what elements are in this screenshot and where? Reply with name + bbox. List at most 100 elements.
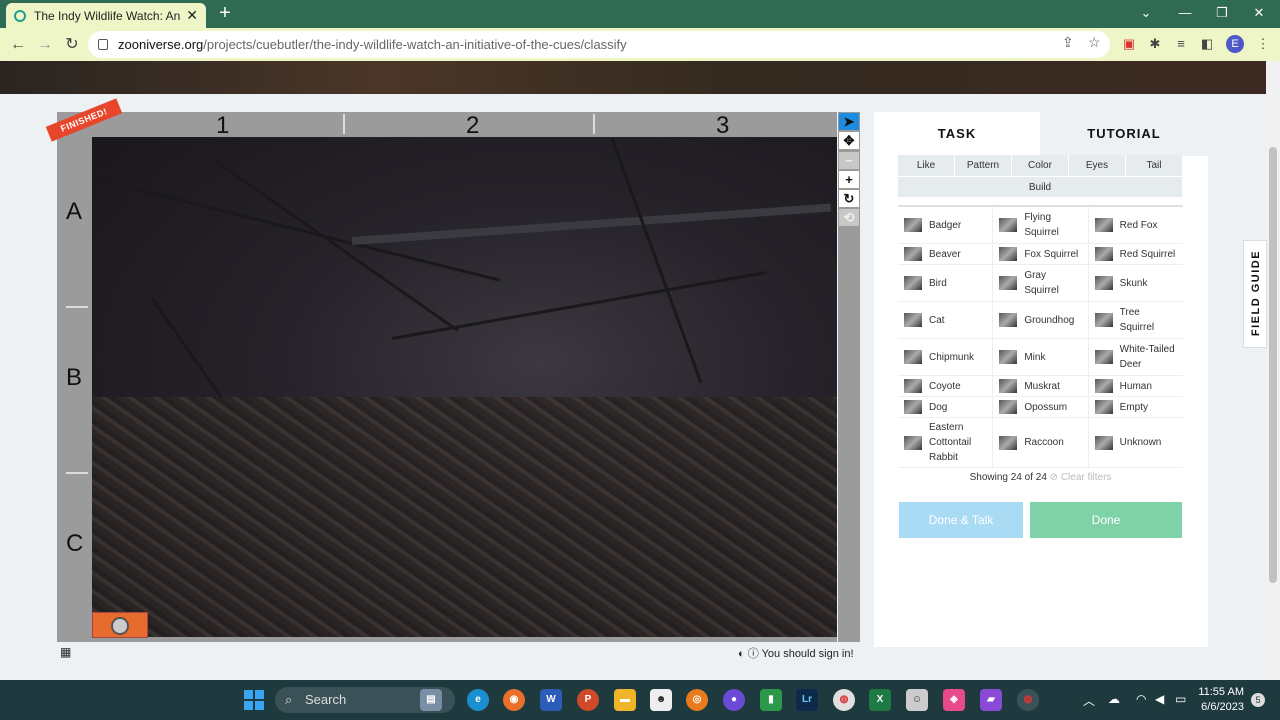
file-explorer-art-icon[interactable]: ▤ <box>420 689 442 711</box>
field-guide-tab[interactable]: FIELD GUIDE <box>1243 240 1267 348</box>
address-bar[interactable]: zooniverse.org/projects/cuebutler/the-in… <box>88 31 1110 58</box>
species-label: Fox Squirrel <box>1024 248 1079 260</box>
edge-icon[interactable]: e <box>467 689 489 711</box>
tab-task[interactable]: TASK <box>874 112 1040 156</box>
contrast-icon[interactable]: ◐ <box>738 648 745 660</box>
project-logo-badge <box>92 612 148 638</box>
species-choice[interactable]: Flying Squirrel <box>993 207 1089 243</box>
species-thumbnail <box>999 379 1018 393</box>
close-window-button[interactable]: ✕ <box>1241 0 1277 26</box>
firefox-icon[interactable]: ◉ <box>503 689 525 711</box>
browser-tab[interactable]: The Indy Wildlife Watch: An Initia ✕ <box>6 3 206 28</box>
signin-text[interactable]: You should sign in! <box>762 648 854 660</box>
done-and-talk-button[interactable]: Done & Talk <box>899 502 1023 538</box>
chrome-icon[interactable]: ◍ <box>833 689 855 711</box>
powerpoint-icon[interactable]: P <box>577 689 599 711</box>
species-choice[interactable]: Groundhog <box>993 302 1089 338</box>
species-choice[interactable]: Eastern Cottontail Rabbit <box>898 418 994 467</box>
zoom-out-icon[interactable]: − <box>839 152 859 169</box>
wifi-icon[interactable]: ◠ <box>1136 692 1146 706</box>
pointer-tool-icon[interactable]: ➤ <box>839 113 859 130</box>
species-choice[interactable]: Fox Squirrel <box>993 244 1089 264</box>
profile-avatar[interactable]: E <box>1226 35 1244 53</box>
chrome-active-icon[interactable]: ◍ <box>1017 689 1039 711</box>
filter-build[interactable]: Build <box>898 177 1183 197</box>
cloud-icon[interactable]: ☁ <box>1108 692 1120 706</box>
species-choice[interactable]: Mink <box>993 339 1089 375</box>
filter-eyes[interactable]: Eyes <box>1069 155 1126 176</box>
system-clock[interactable]: 11:55 AM 6/6/2023 <box>1198 685 1244 715</box>
filter-pattern[interactable]: Pattern <box>955 155 1012 176</box>
maximize-button[interactable]: ❐ <box>1204 0 1240 26</box>
species-choice[interactable]: Unknown <box>1089 418 1183 467</box>
info-icon[interactable]: ⓘ <box>748 648 759 660</box>
species-choice[interactable]: Cat <box>898 302 994 338</box>
clapper-app-icon[interactable]: ▰ <box>980 689 1002 711</box>
species-choice[interactable]: White-Tailed Deer <box>1089 339 1183 375</box>
reset-icon[interactable]: ⟲ <box>839 209 859 226</box>
reload-button[interactable]: ↻ <box>60 33 84 57</box>
species-choice[interactable]: Empty <box>1089 397 1183 417</box>
forward-button[interactable]: → <box>33 33 57 57</box>
species-choice[interactable]: Chipmunk <box>898 339 994 375</box>
species-choice[interactable]: Tree Squirrel <box>1089 302 1183 338</box>
species-choice[interactable]: Gray Squirrel <box>993 265 1089 301</box>
file-explorer-icon[interactable]: ▬ <box>614 689 636 711</box>
field-guide-label: FIELD GUIDE <box>1250 249 1262 337</box>
species-choice[interactable]: Raccoon <box>993 418 1089 467</box>
windows-start-icon[interactable] <box>244 690 264 710</box>
species-choice[interactable]: Red Fox <box>1089 207 1183 243</box>
filter-like[interactable]: Like <box>898 155 955 176</box>
clear-filters-button[interactable]: ⊘ Clear filters <box>1050 472 1112 483</box>
share-icon[interactable]: ⇪ <box>1062 34 1074 51</box>
penguin-app-icon[interactable]: ☻ <box>650 689 672 711</box>
blender-icon[interactable]: ◎ <box>686 689 708 711</box>
close-tab-icon[interactable]: ✕ <box>186 7 198 24</box>
excel-icon[interactable]: X <box>869 689 891 711</box>
volume-icon[interactable]: ◀ <box>1155 692 1164 706</box>
species-choice[interactable]: Bird <box>898 265 994 301</box>
zoom-in-icon[interactable]: + <box>839 171 859 188</box>
tab-search-icon[interactable]: ⌄ <box>1128 0 1164 26</box>
browser-menu-icon[interactable]: ⋮ <box>1254 35 1272 53</box>
page-scrollbar[interactable] <box>1266 61 1280 681</box>
pan-tool-icon[interactable]: ✥ <box>839 132 859 149</box>
species-choice[interactable]: Red Squirrel <box>1089 244 1183 264</box>
species-choice[interactable]: Skunk <box>1089 265 1183 301</box>
lightroom-icon[interactable]: Lr <box>796 689 818 711</box>
green-app-icon[interactable]: ▮ <box>760 689 782 711</box>
grid-view-icon[interactable]: ▦ <box>60 645 71 659</box>
anime-app-icon[interactable]: ☺ <box>906 689 928 711</box>
color-app-icon[interactable]: ● <box>723 689 745 711</box>
species-choice[interactable]: Dog <box>898 397 994 417</box>
species-choice[interactable]: Human <box>1089 376 1183 396</box>
battery-icon[interactable]: ▭ <box>1175 692 1186 706</box>
tray-overflow-icon[interactable]: ︿ <box>1083 692 1095 709</box>
bookmark-star-icon[interactable]: ☆ <box>1088 34 1101 51</box>
minimize-button[interactable]: — <box>1167 0 1203 26</box>
side-panel-icon[interactable]: ◧ <box>1198 35 1216 53</box>
tab-tutorial[interactable]: TUTORIAL <box>1040 112 1208 156</box>
species-choice[interactable]: Muskrat <box>993 376 1089 396</box>
rotate-icon[interactable]: ↻ <box>839 190 859 207</box>
camera-trap-photo[interactable] <box>92 137 837 637</box>
word-icon[interactable]: W <box>540 689 562 711</box>
grid-row-label: C <box>66 530 84 557</box>
filter-tail[interactable]: Tail <box>1126 155 1183 176</box>
filter-color[interactable]: Color <box>1012 155 1069 176</box>
extensions-puzzle-icon[interactable]: ✱ <box>1146 35 1164 53</box>
creative-cloud-icon[interactable]: ◈ <box>943 689 965 711</box>
scrollbar-thumb[interactable] <box>1269 147 1277 583</box>
species-choice[interactable]: Opossum <box>993 397 1089 417</box>
species-thumbnail <box>1094 247 1113 261</box>
image-tools: ➤ ✥ − + ↻ ⟲ <box>838 112 860 642</box>
species-choice[interactable]: Coyote <box>898 376 994 396</box>
notification-badge[interactable]: 5 <box>1251 693 1265 707</box>
done-button[interactable]: Done <box>1030 502 1182 538</box>
species-choice[interactable]: Badger <box>898 207 994 243</box>
reading-list-icon[interactable]: ≡ <box>1172 35 1190 53</box>
species-choice[interactable]: Beaver <box>898 244 994 264</box>
new-tab-button[interactable]: + <box>214 3 236 25</box>
back-button[interactable]: ← <box>6 33 30 57</box>
extension-shield-icon[interactable]: ▣ <box>1120 35 1138 53</box>
